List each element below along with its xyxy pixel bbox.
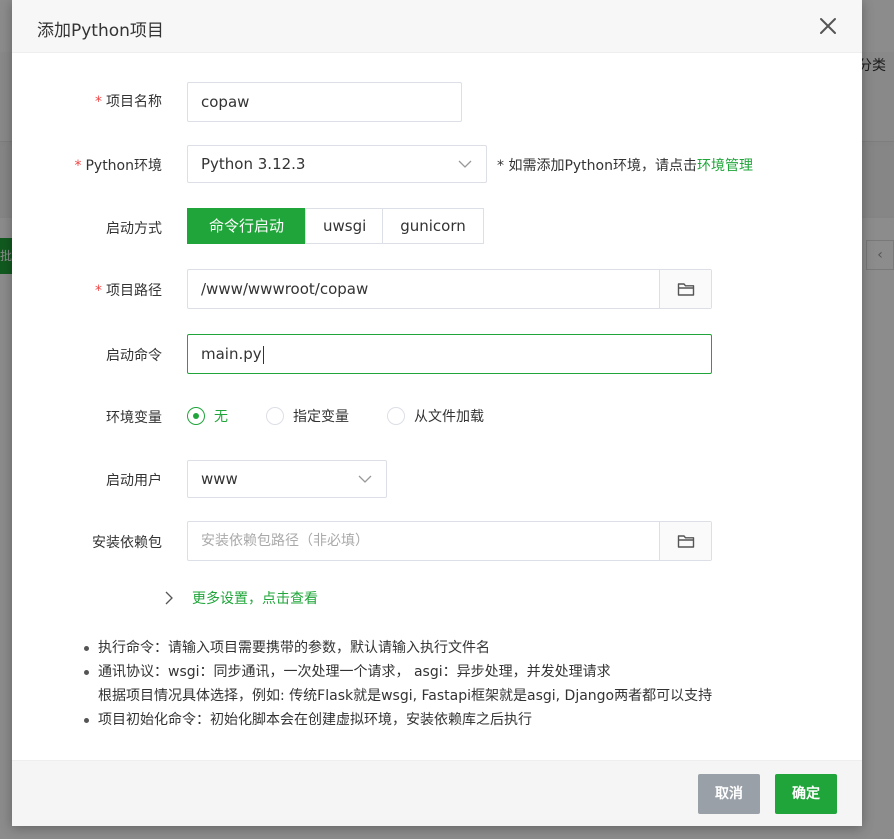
env-vars-none[interactable]: 无 bbox=[187, 406, 228, 426]
text-caret bbox=[262, 345, 264, 364]
dialog-title: 添加Python项目 bbox=[37, 21, 164, 41]
python-env-select[interactable]: Python 3.12.3 bbox=[187, 145, 487, 183]
close-icon[interactable] bbox=[816, 14, 840, 38]
dialog-footer: 取消 确定 bbox=[12, 760, 862, 826]
python-env-hint: * 如需添加Python环境，请点击环境管理 bbox=[497, 158, 753, 174]
help-notes: 执行命令：请输入项目需要携带的参数，默认请输入执行文件名 通讯协议：wsgi：同… bbox=[84, 636, 712, 732]
folder-icon[interactable] bbox=[659, 270, 711, 308]
env-vars-from-file[interactable]: 从文件加载 bbox=[387, 406, 484, 426]
project-path-input[interactable]: /www/wwwroot/copaw bbox=[187, 269, 712, 309]
start-mode-cmd[interactable]: 命令行启动 bbox=[187, 208, 306, 244]
chevron-down-icon bbox=[358, 475, 372, 483]
radio-icon bbox=[266, 407, 284, 425]
note-item: 通讯协议：wsgi：同步通讯，一次处理一个请求， asgi：异步处理，并发处理请… bbox=[84, 660, 712, 684]
start-cmd-input[interactable]: main.py bbox=[187, 334, 712, 374]
start-cmd-label: 启动命令 bbox=[106, 348, 162, 364]
project-path-label: * 项目路径 bbox=[95, 283, 162, 299]
python-env-label: * Python环境 bbox=[74, 158, 162, 174]
deps-path-input[interactable]: 安装依赖包路径（非必填） bbox=[187, 521, 712, 561]
note-item: 根据项目情况具体选择，例如: 传统Flask就是wsgi, Fastapi框架就… bbox=[98, 688, 713, 704]
start-user-select[interactable]: www bbox=[187, 460, 387, 498]
env-manage-link[interactable]: 环境管理 bbox=[697, 158, 753, 174]
project-name-input[interactable]: copaw bbox=[187, 82, 462, 122]
add-python-project-dialog: 添加Python项目 * 项目名称 copaw * Python环境 Python … bbox=[12, 0, 862, 826]
chevron-down-icon bbox=[458, 160, 472, 168]
start-mode-label: 启动方式 bbox=[106, 221, 162, 237]
env-vars-radio-group: 无 指定变量 从文件加载 bbox=[187, 406, 522, 426]
cancel-button[interactable]: 取消 bbox=[698, 774, 760, 814]
note-item: 项目初始化命令：初始化脚本会在创建虚拟环境，安装依赖库之后执行 bbox=[84, 708, 712, 732]
chevron-right-icon bbox=[165, 591, 173, 605]
note-item: 执行命令：请输入项目需要携带的参数，默认请输入执行文件名 bbox=[84, 636, 712, 660]
start-user-label: 启动用户 bbox=[106, 473, 162, 489]
confirm-button[interactable]: 确定 bbox=[775, 774, 837, 814]
env-vars-specify[interactable]: 指定变量 bbox=[266, 406, 349, 426]
more-settings-toggle[interactable]: 更多设置，点击查看 bbox=[164, 588, 318, 608]
env-vars-label: 环境变量 bbox=[106, 410, 162, 426]
start-mode-gunicorn[interactable]: gunicorn bbox=[382, 208, 484, 244]
start-mode-uwsgi[interactable]: uwsgi bbox=[305, 208, 383, 244]
start-mode-segmented: 命令行启动 uwsgi gunicorn bbox=[187, 208, 484, 244]
folder-icon[interactable] bbox=[659, 522, 711, 560]
project-name-label: * 项目名称 bbox=[95, 94, 162, 110]
more-settings-label: 更多设置，点击查看 bbox=[192, 591, 318, 607]
radio-icon bbox=[387, 407, 405, 425]
deps-label: 安装依赖包 bbox=[92, 535, 162, 551]
dialog-header: 添加Python项目 bbox=[12, 0, 862, 53]
radio-checked-icon bbox=[187, 407, 205, 425]
